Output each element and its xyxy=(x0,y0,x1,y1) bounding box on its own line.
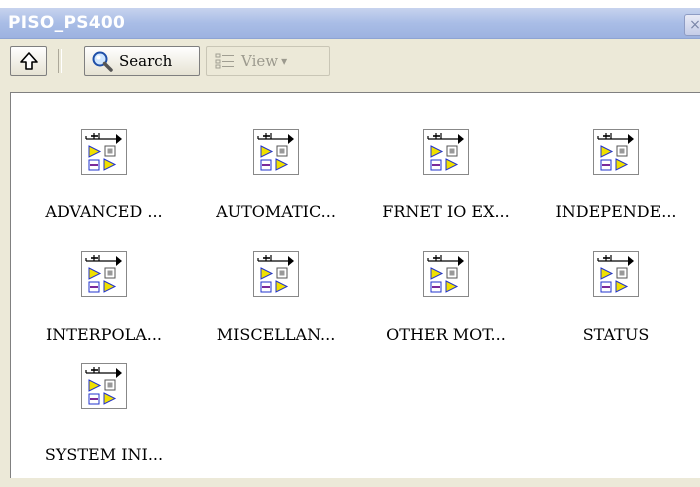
palette-item-label: SYSTEM INI... xyxy=(44,445,164,464)
view-button[interactable]: View ▾ xyxy=(206,46,330,76)
palette-window: PISO_PS400 × Search View ▾ ADVANCED ... … xyxy=(0,8,700,487)
palette-content: ADVANCED ... AUTOMATIC... FRNET IO EX...… xyxy=(10,92,700,478)
vi-icon xyxy=(253,251,299,297)
up-arrow-icon xyxy=(19,52,38,70)
palette-item-other-motion[interactable]: OTHER MOT... xyxy=(361,251,531,351)
toolbar-separator xyxy=(58,49,62,73)
chevron-down-icon: ▾ xyxy=(281,54,288,68)
search-button-label: Search xyxy=(119,52,173,70)
palette-item-independent[interactable]: INDEPENDE... xyxy=(531,129,700,229)
vi-icon xyxy=(593,129,639,175)
palette-item-automatic[interactable]: AUTOMATIC... xyxy=(191,129,361,229)
list-view-icon xyxy=(215,53,234,69)
title-bar[interactable]: PISO_PS400 × xyxy=(0,8,700,39)
vi-icon xyxy=(81,129,127,175)
vi-icon xyxy=(81,251,127,297)
view-button-label: View xyxy=(241,52,279,70)
vi-icon xyxy=(593,251,639,297)
palette-item-frnet[interactable]: FRNET IO EX... xyxy=(361,129,531,229)
close-button[interactable]: × xyxy=(684,14,700,36)
palette-item-label: FRNET IO EX... xyxy=(382,202,510,221)
palette-item-status[interactable]: STATUS xyxy=(531,251,700,351)
palette-item-label: STATUS xyxy=(582,325,650,344)
search-button[interactable]: Search xyxy=(84,46,200,76)
vi-icon xyxy=(423,251,469,297)
up-level-button[interactable] xyxy=(10,46,47,76)
palette-item-system-init[interactable]: SYSTEM INI... xyxy=(19,363,189,464)
vi-icon xyxy=(423,129,469,175)
palette-item-label: OTHER MOT... xyxy=(386,325,506,344)
magnifier-icon xyxy=(92,51,113,72)
palette-item-label: INDEPENDE... xyxy=(555,202,677,221)
palette-item-label: MISCELLAN... xyxy=(216,325,336,344)
palette-item-label: ADVANCED ... xyxy=(45,202,163,221)
window-title: PISO_PS400 xyxy=(8,13,126,33)
vi-icon xyxy=(253,129,299,175)
palette-item-interpolation[interactable]: INTERPOLA... xyxy=(19,251,189,351)
palette-item-label: INTERPOLA... xyxy=(45,325,163,344)
vi-icon xyxy=(81,363,127,409)
palette-item-miscellaneous[interactable]: MISCELLAN... xyxy=(191,251,361,351)
palette-item-advanced[interactable]: ADVANCED ... xyxy=(19,129,189,229)
toolbar: Search View ▾ xyxy=(0,39,700,83)
palette-item-label: AUTOMATIC... xyxy=(216,202,336,221)
